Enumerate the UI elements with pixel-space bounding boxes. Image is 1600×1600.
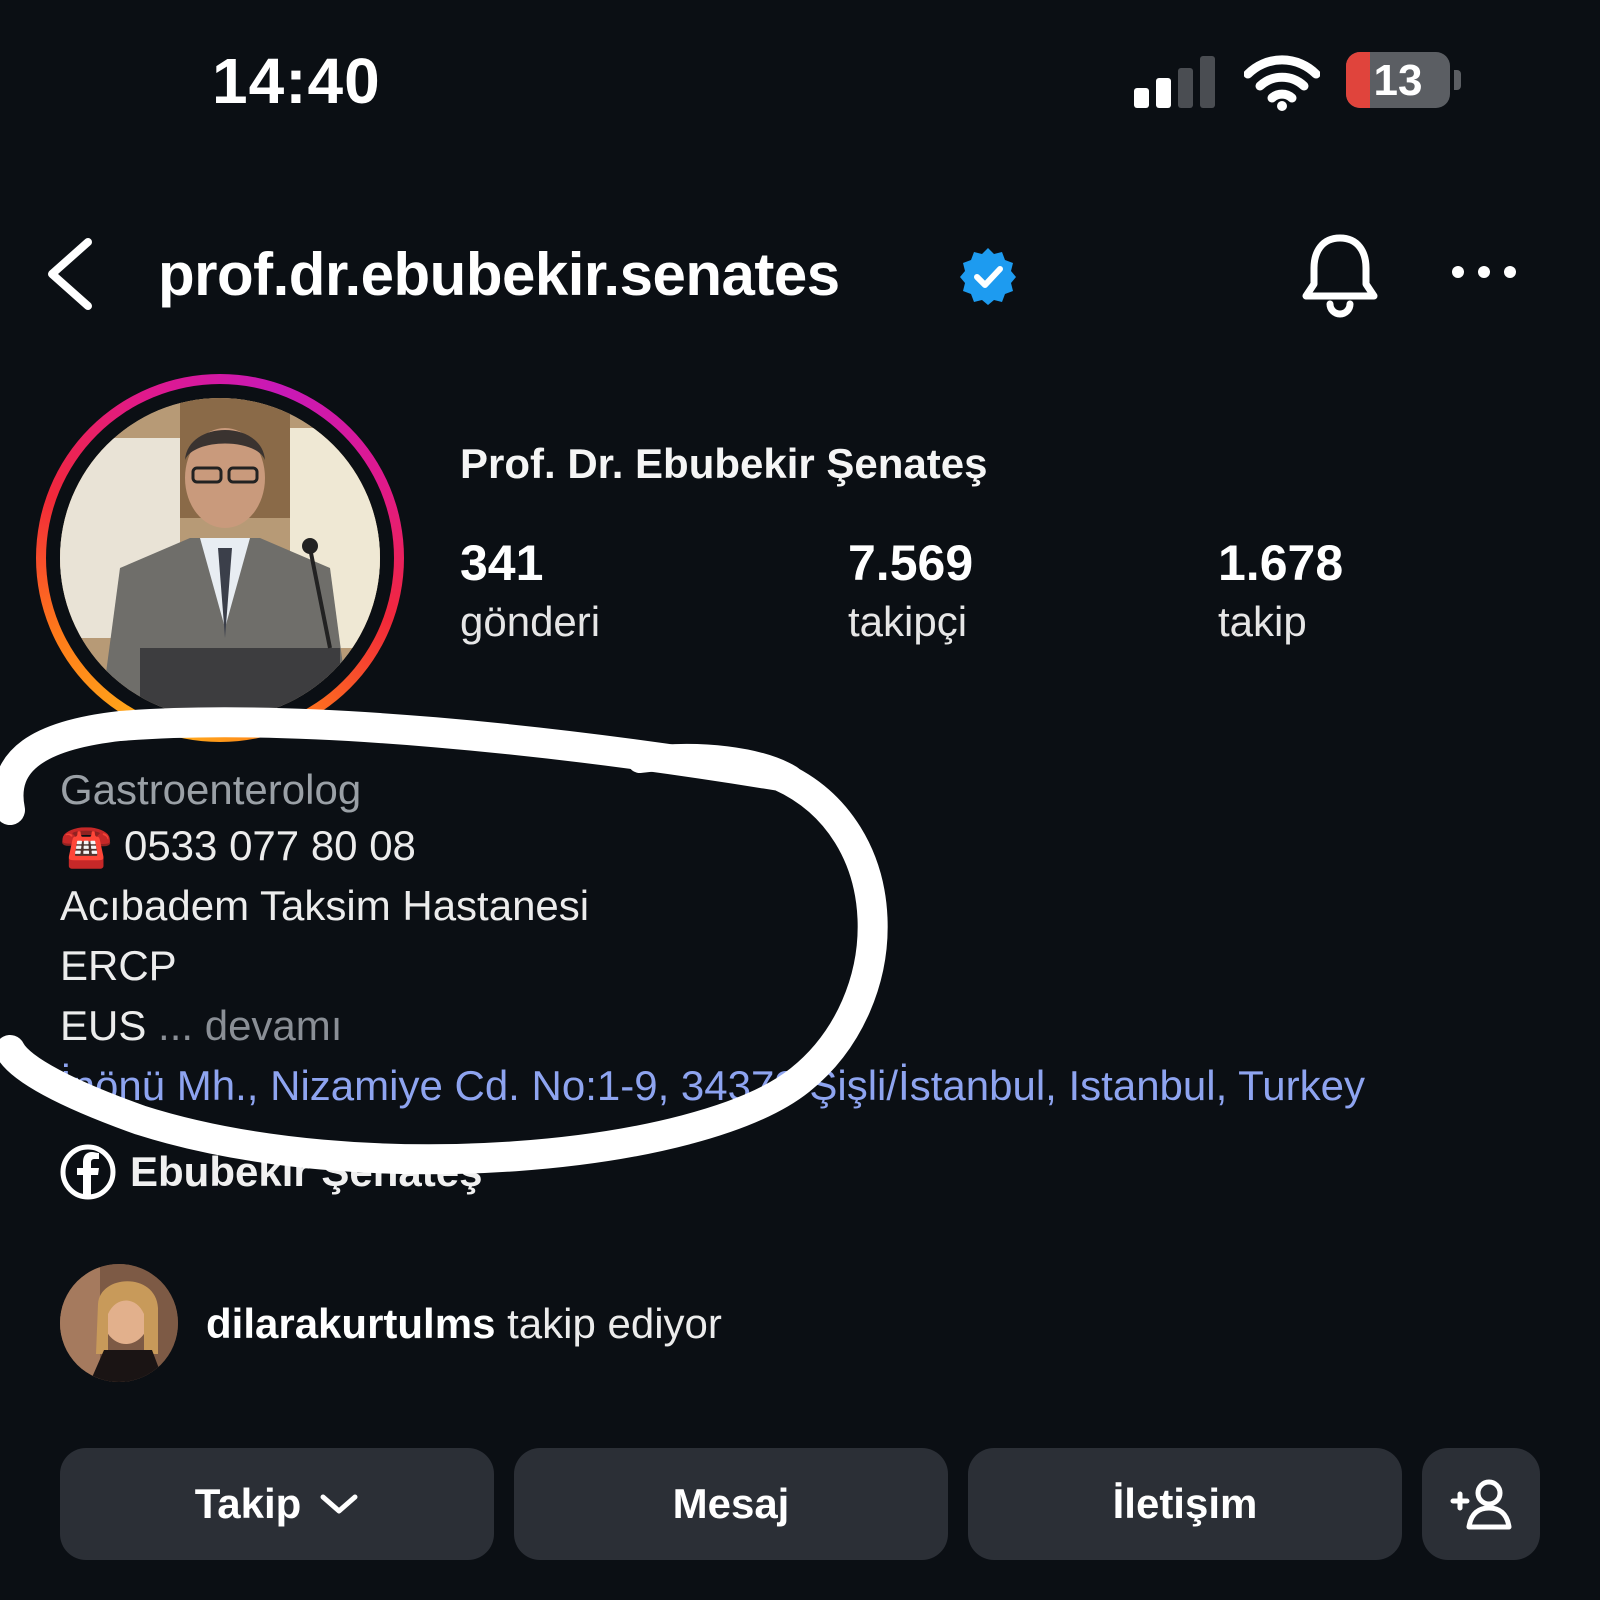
telephone-icon: ☎️: [60, 822, 113, 869]
bio-eus-line: EUS ... devamı: [60, 1002, 342, 1050]
bio-ercp: ERCP: [60, 942, 177, 989]
facebook-link[interactable]: Ebubekir Şenateş: [130, 1148, 482, 1196]
verified-badge-icon: [958, 246, 1018, 306]
followers-label[interactable]: takipçi: [848, 598, 967, 646]
bio-category: Gastroenterolog: [60, 766, 362, 813]
followed-by-username[interactable]: dilarakurtulms: [206, 1300, 495, 1347]
contact-button[interactable]: İletişim: [968, 1448, 1402, 1560]
chevron-down-icon: [320, 1494, 358, 1514]
bio-phone: 0533 077 80 08: [123, 822, 416, 869]
bio-ellipsis: ...: [158, 1002, 194, 1049]
posts-count[interactable]: 341: [460, 534, 543, 592]
followed-by-suffix: takip ediyor: [507, 1300, 722, 1347]
battery-icon: 13: [1346, 52, 1450, 108]
battery-level: 13: [1373, 56, 1423, 105]
back-button[interactable]: [40, 236, 100, 312]
profile-username: prof.dr.ebubekir.senates: [158, 241, 840, 308]
status-time: 14:40: [212, 45, 381, 117]
more-horizontal-icon: [1452, 266, 1516, 278]
bell-button[interactable]: [1300, 232, 1380, 318]
following-count[interactable]: 1.678: [1218, 534, 1343, 592]
mutual-follower-avatar[interactable]: [60, 1264, 178, 1382]
add-person-icon: [1450, 1479, 1512, 1530]
followed-by-text[interactable]: dilarakurtulms takip ediyor: [206, 1300, 722, 1348]
cellular-signal-icon: [1134, 56, 1218, 108]
bell-icon: [1302, 234, 1378, 318]
bio-more-link[interactable]: devamı: [205, 1002, 343, 1049]
wifi-icon: [1243, 52, 1321, 112]
message-button-label: Mesaj: [672, 1480, 790, 1527]
following-label[interactable]: takip: [1218, 598, 1307, 646]
profile-full-name: Prof. Dr. Ebubekir Şenateş: [460, 440, 988, 487]
message-button[interactable]: Mesaj: [514, 1448, 948, 1560]
posts-label[interactable]: gönderi: [460, 598, 600, 646]
facebook-icon: [60, 1144, 116, 1200]
profile-avatar[interactable]: [60, 398, 380, 718]
follow-button[interactable]: Takip: [60, 1448, 494, 1560]
address-link[interactable]: İnönü Mh., Nizamiye Cd. No:1-9, 34373 Şi…: [60, 1062, 1365, 1110]
follow-button-label: Takip: [194, 1480, 302, 1527]
chevron-left-icon: [48, 238, 92, 310]
contact-button-label: İletişim: [1112, 1480, 1258, 1527]
more-options-button[interactable]: [1448, 262, 1520, 282]
followers-count[interactable]: 7.569: [848, 534, 973, 592]
add-person-button[interactable]: [1422, 1448, 1540, 1560]
battery-tip: [1454, 70, 1461, 90]
bio-eus: EUS: [60, 1002, 147, 1049]
bio-phone-line: ☎️ 0533 077 80 08: [60, 822, 416, 871]
bio-hospital: Acıbadem Taksim Hastanesi: [60, 882, 590, 929]
